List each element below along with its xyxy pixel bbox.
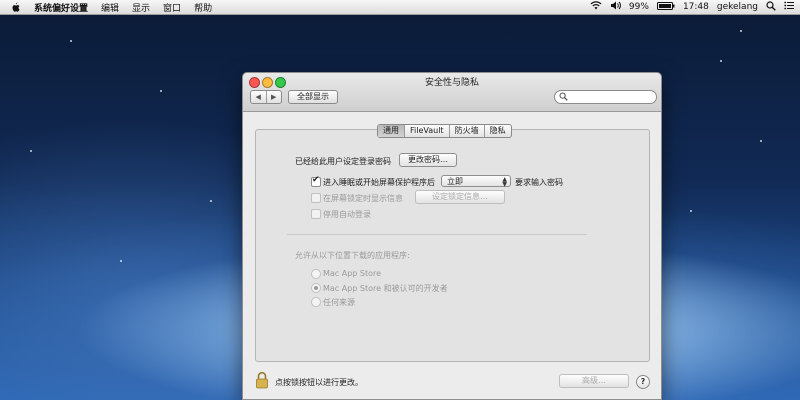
radio-app-store-identified-label: Mac App Store 和被认可的开发者 — [323, 284, 448, 293]
clock[interactable]: 17:48 — [683, 2, 709, 12]
tab-general[interactable]: 通用 — [378, 125, 404, 137]
battery-icon[interactable] — [656, 1, 675, 13]
radio-mac-app-store-label: Mac App Store — [323, 269, 382, 278]
notification-center-icon[interactable] — [784, 1, 794, 13]
apple-icon[interactable] — [8, 0, 22, 14]
search-icon — [559, 92, 568, 104]
require-password-delay-value: 立即 — [447, 177, 463, 186]
menu-app-name[interactable]: 系统偏好设置 — [34, 1, 88, 14]
password-set-text: 已经给此用户设定登录密码 — [295, 157, 391, 166]
section-divider — [287, 234, 587, 235]
tab-privacy[interactable]: 隐私 — [483, 125, 511, 137]
tab-firewall[interactable]: 防火墙 — [448, 125, 484, 137]
lock-icon[interactable] — [255, 371, 269, 392]
wifi-icon[interactable] — [590, 1, 602, 13]
require-password-checkbox[interactable]: ✔ — [311, 175, 321, 187]
require-password-suffix: 要求输入密码 — [515, 178, 563, 187]
volume-icon[interactable] — [610, 1, 621, 13]
footer-bar: 点按锁按钮以进行更改。 高级… ? — [243, 368, 661, 399]
advanced-button[interactable]: 高级… — [559, 374, 629, 388]
spotlight-icon[interactable] — [766, 0, 776, 14]
set-lock-message-button[interactable]: 设定锁定信息… — [415, 190, 505, 204]
search-field[interactable] — [554, 90, 657, 104]
require-password-delay-select[interactable]: 立即 ▲ ▼ — [441, 175, 511, 188]
radio-anywhere-label: 任何来源 — [323, 298, 355, 307]
show-all-button[interactable]: 全部显示 — [288, 90, 338, 104]
disable-auto-login-checkbox[interactable] — [311, 209, 321, 219]
menu-window[interactable]: 窗口 — [163, 1, 181, 14]
security-privacy-window: 安全性与隐私 ◀ ▶ 全部显示 通用 FileVault 防火墙 隐私 已经给此… — [242, 72, 662, 400]
change-password-button[interactable]: 更改密码… — [399, 153, 457, 167]
help-button[interactable]: ? — [636, 375, 650, 389]
show-message-checkbox[interactable] — [311, 193, 321, 203]
tab-filevault[interactable]: FileVault — [404, 125, 449, 137]
radio-app-store-identified[interactable] — [311, 283, 321, 293]
radio-anywhere[interactable] — [311, 297, 321, 307]
forward-arrow-icon: ▶ — [271, 93, 277, 101]
window-title: 安全性与隐私 — [424, 78, 479, 88]
forward-button[interactable]: ▶ — [265, 91, 282, 103]
menu-view[interactable]: 显示 — [132, 1, 150, 14]
show-message-label: 在屏幕锁定时显示信息 — [323, 194, 403, 203]
radio-mac-app-store[interactable] — [311, 269, 321, 279]
disable-auto-login-label: 停用自动登录 — [323, 210, 371, 219]
back-forward-buttons: ◀ ▶ — [250, 90, 282, 104]
tab-bar: 通用 FileVault 防火墙 隐私 — [377, 124, 512, 138]
checkmark-icon: ✔ — [312, 175, 320, 185]
back-arrow-icon: ◀ — [255, 93, 261, 101]
user-name[interactable]: gekelang — [717, 2, 758, 12]
title-bar[interactable]: 安全性与隐私 ◀ ▶ 全部显示 — [243, 73, 661, 112]
battery-percent[interactable]: 99% — [629, 2, 649, 12]
require-password-label: 进入睡眠或开始屏幕保护程序后 — [323, 178, 435, 187]
lock-text: 点按锁按钮以进行更改。 — [275, 378, 363, 387]
popup-arrows-icon: ▲ ▼ — [502, 176, 507, 188]
download-section-title: 允许从以下位置下载的应用程序: — [295, 251, 410, 260]
menu-bar: 系统偏好设置 编辑 显示 窗口 帮助 99% 17:48 gekelang — [0, 0, 800, 15]
back-button[interactable]: ◀ — [251, 91, 266, 103]
menu-edit[interactable]: 编辑 — [101, 1, 119, 14]
menu-help[interactable]: 帮助 — [194, 1, 212, 14]
